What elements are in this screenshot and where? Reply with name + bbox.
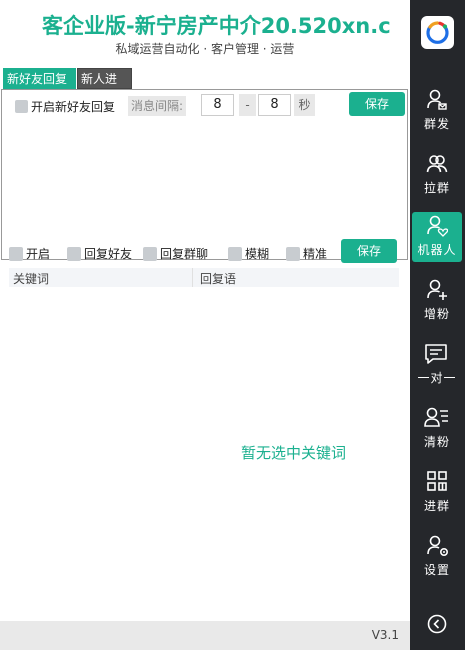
logo-icon: [426, 21, 449, 44]
robot-heart-icon: [427, 215, 448, 237]
chevron-left-circle-icon: [427, 614, 447, 634]
reply-groups-checkbox[interactable]: [143, 246, 157, 261]
nav-robot[interactable]: 机器人: [412, 212, 462, 262]
keyword-save-button[interactable]: 保存: [341, 239, 397, 263]
column-reply: 回复语: [200, 272, 237, 286]
nav-robot-label: 机器人: [417, 243, 457, 257]
main-panel: 客企业版-新宁房产中介20.520xn.c 私域运营自动化 · 客户管理 · 运…: [0, 0, 410, 650]
reply-friends-toggle[interactable]: 回复好友: [67, 245, 132, 262]
exact-match-checkbox[interactable]: [286, 246, 300, 261]
greeting-enable-toggle[interactable]: 开启新好友回复: [15, 98, 115, 115]
interval-separator: -: [239, 94, 256, 116]
group-icon: [426, 155, 448, 173]
keyword-enable-checkbox[interactable]: [9, 246, 23, 261]
app-subtitle: 私域运营自动化 · 客户管理 · 运营: [115, 42, 295, 56]
person-settings-icon: [427, 535, 449, 557]
collapse-button[interactable]: [427, 614, 447, 634]
nav-join-group-label: 进群: [423, 499, 450, 513]
interval-max-input[interactable]: 8: [258, 94, 291, 116]
empty-state-text: 暂无选中关键词: [241, 444, 347, 462]
nav-settings[interactable]: 设置: [412, 532, 462, 582]
column-divider: [192, 268, 193, 287]
nav-add-fans-label: 增粉: [423, 307, 450, 321]
nav-one-to-one-label: 一对一: [417, 371, 457, 385]
nav-add-fans[interactable]: 增粉: [412, 276, 462, 326]
person-list-icon: [424, 407, 448, 427]
version-label: V3.1: [371, 628, 399, 642]
greeting-enable-checkbox[interactable]: [15, 100, 28, 113]
sidebar: 群发 拉群 机器人 增粉 一对一 清粉 进群 设置: [410, 0, 465, 650]
nav-mass-send-label: 群发: [423, 117, 450, 131]
exact-match-label: 精准: [303, 247, 328, 261]
nav-clear-fans[interactable]: 清粉: [412, 404, 462, 454]
keyword-enable-toggle[interactable]: 开启: [9, 245, 50, 262]
nav-pull-group[interactable]: 拉群: [412, 150, 462, 200]
fuzzy-match-label: 模糊: [245, 247, 270, 261]
app-logo: [421, 16, 454, 49]
nav-clear-fans-label: 清粉: [423, 435, 450, 449]
app-title: 客企业版-新宁房产中介20.520xn.c: [42, 14, 391, 38]
column-keyword: 关键词: [13, 272, 50, 286]
nav-join-group[interactable]: 进群: [412, 468, 462, 518]
interval-min-input[interactable]: 8: [201, 94, 234, 116]
fuzzy-match-toggle[interactable]: 模糊: [228, 245, 269, 262]
exact-match-toggle[interactable]: 精准: [286, 245, 327, 262]
keyword-enable-label: 开启: [26, 247, 51, 261]
header: 客企业版-新宁房产中介20.520xn.c 私域运营自动化 · 客户管理 · 运…: [0, 0, 410, 64]
chat-icon: [425, 344, 447, 364]
reply-friends-checkbox[interactable]: [67, 246, 81, 261]
reply-groups-label: 回复群聊: [160, 247, 209, 261]
nav-one-to-one[interactable]: 一对一: [412, 340, 462, 390]
grid-icon: [427, 471, 447, 491]
interval-label: 消息间隔:: [128, 96, 187, 116]
greeting-enable-label: 开启新好友回复: [31, 100, 116, 114]
person-send-icon: [427, 89, 447, 110]
greeting-save-button[interactable]: 保存: [349, 92, 405, 116]
tab-new-friend-reply[interactable]: 新好友回复: [3, 68, 76, 89]
reply-friends-label: 回复好友: [84, 247, 133, 261]
reply-groups-toggle[interactable]: 回复群聊: [143, 245, 208, 262]
fuzzy-match-checkbox[interactable]: [228, 246, 242, 261]
greeting-panel: 开启新好友回复 消息间隔: 8 - 8 秒 保存: [1, 89, 408, 260]
nav-mass-send[interactable]: 群发: [412, 86, 462, 136]
tab-new-member-join[interactable]: 新人进群: [77, 68, 132, 107]
person-add-icon: [427, 279, 447, 300]
keyword-table-header: 关键词 回复语: [9, 268, 399, 287]
footer: V3.1: [0, 621, 410, 650]
nav-settings-label: 设置: [423, 563, 450, 577]
nav-pull-group-label: 拉群: [423, 181, 450, 195]
interval-unit: 秒: [294, 94, 315, 116]
